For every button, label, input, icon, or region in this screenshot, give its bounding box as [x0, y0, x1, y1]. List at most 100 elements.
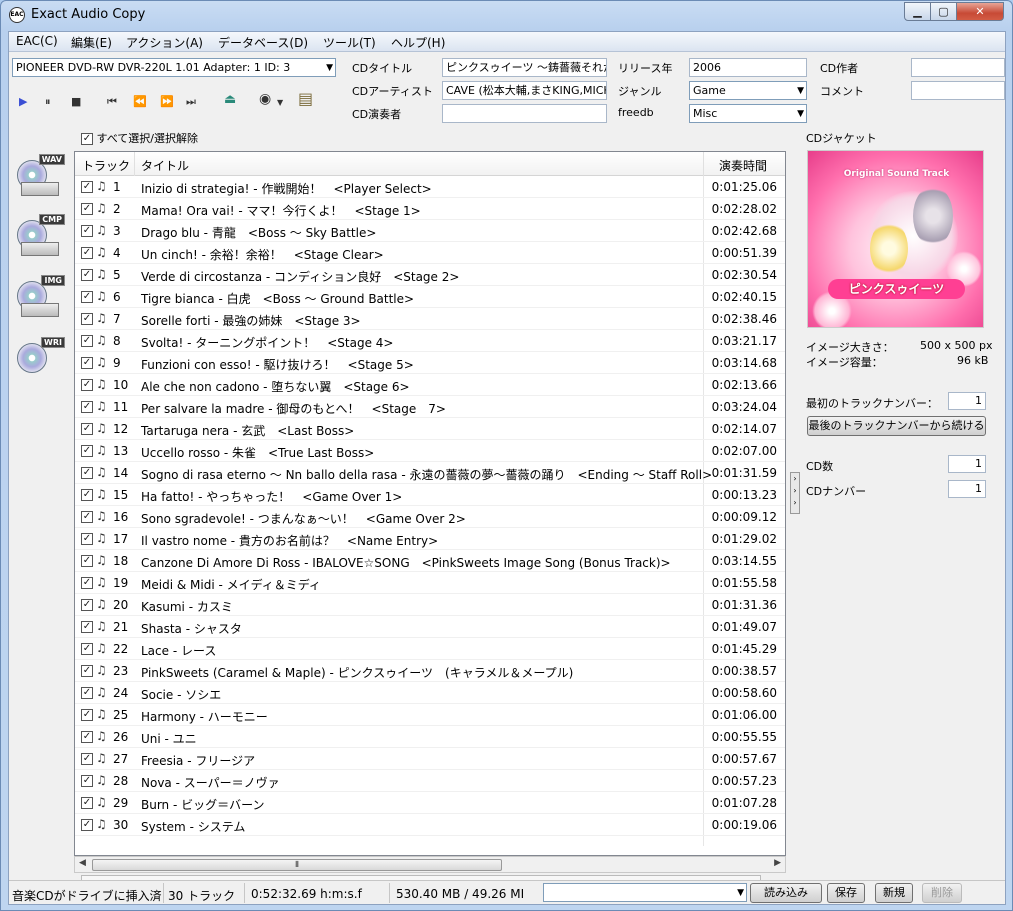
track-title[interactable]: Tartaruga nera - 玄武 <Last Boss>	[141, 422, 354, 439]
track-checkbox[interactable]: ✓	[81, 775, 93, 787]
menu-edit[interactable]: 編集(E)	[71, 34, 112, 51]
continue-numbering-button[interactable]: 最後のトラックナンバーから続ける	[807, 416, 986, 436]
track-checkbox[interactable]: ✓	[81, 797, 93, 809]
track-title[interactable]: Mama! Ora vai! - ママ！今行くよ！ <Stage 1>	[141, 202, 421, 219]
track-row[interactable]: ✓ ♫ 21 Shasta - シャスタ 0:01:49.07	[75, 616, 785, 638]
track-checkbox[interactable]: ✓	[81, 599, 93, 611]
maximize-button[interactable]: ▢	[930, 2, 957, 21]
cd-artist-input[interactable]: CAVE (松本大輔,まさKING,MICHY)	[442, 81, 607, 100]
track-title[interactable]: Il vastro nome - 貴方のお名前は？ <Name Entry>	[141, 532, 438, 549]
cd-composer-input[interactable]	[911, 58, 1005, 77]
track-title[interactable]: Kasumi - カスミ	[141, 598, 233, 615]
track-checkbox[interactable]: ✓	[81, 313, 93, 325]
track-row[interactable]: ✓ ♫ 10 Ale che non cadono - 堕ちない翼 <Stage 6>…	[75, 374, 785, 396]
cd-title-input[interactable]: ピンクスゥイーツ ～鋳薔薇それから	[442, 58, 607, 77]
profile-select[interactable]: ▼	[543, 883, 747, 902]
rewind-icon[interactable]: ⏪	[133, 95, 147, 108]
collapse-panel-button[interactable]: › › ›	[790, 472, 800, 514]
track-row[interactable]: ✓ ♫ 4 Un cinch! - 余裕！余裕！ <Stage Clear> 0:00:…	[75, 242, 785, 264]
track-title[interactable]: Lace - レース	[141, 642, 216, 659]
track-checkbox[interactable]: ✓	[81, 357, 93, 369]
new-button[interactable]: 新規	[875, 883, 913, 903]
release-year-input[interactable]: 2006	[689, 58, 807, 77]
drive-select[interactable]: PIONEER DVD-RW DVR-220L 1.01 Adapter: 1 …	[12, 58, 336, 77]
copy-wav-button[interactable]: WAV	[13, 154, 65, 206]
track-row[interactable]: ✓ ♫ 11 Per salvare la madre - 御母のもとへ！ <Stag…	[75, 396, 785, 418]
menu-help[interactable]: ヘルプ(H)	[391, 34, 445, 51]
track-title[interactable]: Funzioni con esso! - 駆け抜けろ！ <Stage 5>	[141, 356, 414, 373]
track-checkbox[interactable]: ✓	[81, 181, 93, 193]
column-header-time[interactable]: 演奏時間	[719, 157, 767, 174]
select-all-checkbox[interactable]: ✓	[81, 133, 93, 145]
track-checkbox[interactable]: ✓	[81, 203, 93, 215]
scroll-right-icon[interactable]: ▶	[774, 858, 781, 868]
track-title[interactable]: Drago blu - 青龍 <Boss ～ Sky Battle>	[141, 224, 376, 241]
track-row[interactable]: ✓ ♫ 15 Ha fatto! - やっちゃった！ <Game Over 1> 0:0…	[75, 484, 785, 506]
track-checkbox[interactable]: ✓	[81, 555, 93, 567]
track-title[interactable]: Inizio di strategia! - 作戦開始！ <Player Sel…	[141, 180, 432, 197]
track-checkbox[interactable]: ✓	[81, 467, 93, 479]
track-row[interactable]: ✓ ♫ 1 Inizio di strategia! - 作戦開始！ <Player …	[75, 176, 785, 198]
track-row[interactable]: ✓ ♫ 25 Harmony - ハーモニー 0:01:06.00	[75, 704, 785, 726]
track-checkbox[interactable]: ✓	[81, 225, 93, 237]
minimize-button[interactable]: ▁	[904, 2, 931, 21]
track-checkbox[interactable]: ✓	[81, 291, 93, 303]
track-title[interactable]: Svolta! - ターニングポイント！ <Stage 4>	[141, 334, 393, 351]
save-button[interactable]: 保存	[827, 883, 865, 903]
track-checkbox[interactable]: ✓	[81, 335, 93, 347]
close-button[interactable]: ✕	[956, 2, 1004, 21]
track-checkbox[interactable]: ✓	[81, 687, 93, 699]
track-title[interactable]: Sono sgradevole! - つまんなぁ～い！ <Game Over 2…	[141, 510, 466, 527]
track-row[interactable]: ✓ ♫ 22 Lace - レース 0:01:45.29	[75, 638, 785, 660]
menu-action[interactable]: アクション(A)	[126, 34, 203, 51]
track-checkbox[interactable]: ✓	[81, 819, 93, 831]
last-track-icon[interactable]: ⏭	[186, 95, 196, 109]
track-checkbox[interactable]: ✓	[81, 247, 93, 259]
track-title[interactable]: Freesia - フリージア	[141, 752, 255, 769]
cd-cover-image[interactable]: Original Sound Track ピンクスゥイーツ	[807, 150, 984, 328]
menu-eac[interactable]: EAC(C)	[16, 34, 58, 48]
load-button[interactable]: 読み込み	[750, 883, 822, 903]
track-row[interactable]: ✓ ♫ 14 Sogno di rasa eterno ～ Nn ballo dell…	[75, 462, 785, 484]
track-row[interactable]: ✓ ♫ 12 Tartaruga nera - 玄武 <Last Boss> 0:02:…	[75, 418, 785, 440]
track-row[interactable]: ✓ ♫ 5 Verde di circostanza - コンディション良好 <Sta…	[75, 264, 785, 286]
title-bar[interactable]: EAC Exact Audio Copy ▁ ▢ ✕	[1, 1, 1012, 29]
menu-database[interactable]: データベース(D)	[218, 34, 308, 51]
menu-tools[interactable]: ツール(T)	[323, 34, 376, 51]
stop-icon[interactable]: ■	[71, 95, 81, 108]
track-title[interactable]: Sorelle forti - 最強の姉妹 <Stage 3>	[141, 312, 361, 329]
pause-icon[interactable]: ⏸	[45, 95, 51, 109]
track-title[interactable]: Ale che non cadono - 堕ちない翼 <Stage 6>	[141, 378, 410, 395]
track-row[interactable]: ✓ ♫ 8 Svolta! - ターニングポイント！ <Stage 4> 0:03:21…	[75, 330, 785, 352]
scroll-thumb[interactable]: ⦀	[92, 859, 502, 871]
column-divider[interactable]	[703, 152, 704, 176]
track-checkbox[interactable]: ✓	[81, 401, 93, 413]
fast-forward-icon[interactable]: ⏩	[160, 95, 174, 108]
track-row[interactable]: ✓ ♫ 9 Funzioni con esso! - 駆け抜けろ！ <Stage 5>…	[75, 352, 785, 374]
scroll-left-icon[interactable]: ◀	[79, 858, 86, 868]
column-header-title[interactable]: タイトル	[141, 157, 189, 174]
track-title[interactable]: Meidi & Midi - メイディ＆ミディ	[141, 576, 321, 593]
comment-input[interactable]	[911, 81, 1005, 100]
track-checkbox[interactable]: ✓	[81, 445, 93, 457]
track-checkbox[interactable]: ✓	[81, 379, 93, 391]
track-row[interactable]: ✓ ♫ 2 Mama! Ora vai! - ママ！今行くよ！ <Stage 1> 0:…	[75, 198, 785, 220]
track-row[interactable]: ✓ ♫ 17 Il vastro nome - 貴方のお名前は？ <Name Entr…	[75, 528, 785, 550]
track-title[interactable]: Canzone Di Amore Di Ross - IBALOVE☆SONG …	[141, 554, 671, 571]
track-title[interactable]: Uccello rosso - 朱雀 <True Last Boss>	[141, 444, 374, 461]
track-row[interactable]: ✓ ♫ 16 Sono sgradevole! - つまんなぁ～い！ <Game Ov…	[75, 506, 785, 528]
track-row[interactable]: ✓ ♫ 13 Uccello rosso - 朱雀 <True Last Boss> 0…	[75, 440, 785, 462]
track-row[interactable]: ✓ ♫ 29 Burn - ビッグ＝バーン 0:01:07.28	[75, 792, 785, 814]
track-checkbox[interactable]: ✓	[81, 643, 93, 655]
track-row[interactable]: ✓ ♫ 7 Sorelle forti - 最強の姉妹 <Stage 3> 0:02:3…	[75, 308, 785, 330]
disc-menu-icon[interactable]: ◉	[259, 91, 271, 107]
eject-icon[interactable]: ⏏	[224, 92, 236, 107]
track-title[interactable]: Sogno di rasa eterno ～ Nn ballo della ra…	[141, 466, 712, 483]
first-track-number-input[interactable]: 1	[948, 392, 986, 410]
write-cd-button[interactable]: WRI	[13, 337, 65, 389]
copy-image-button[interactable]: IMG	[13, 275, 65, 327]
drive-options-icon[interactable]: ▤	[298, 89, 313, 108]
freedb-category-select[interactable]: Misc ▼	[689, 104, 807, 123]
genre-select[interactable]: Game ▼	[689, 81, 807, 100]
track-row[interactable]: ✓ ♫ 18 Canzone Di Amore Di Ross - IBALOVE☆S…	[75, 550, 785, 572]
